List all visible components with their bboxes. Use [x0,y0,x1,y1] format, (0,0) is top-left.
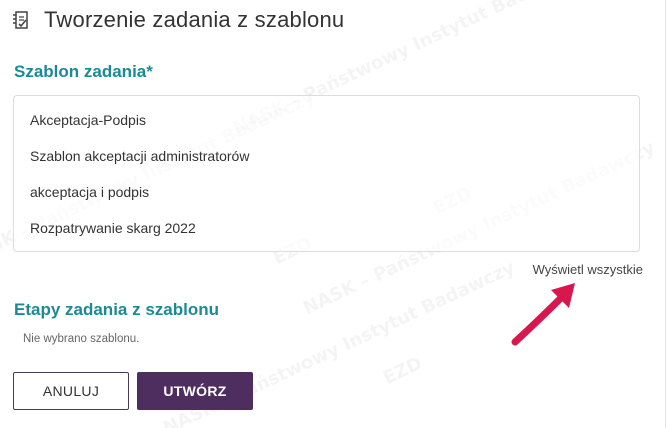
create-task-from-template-dialog: NASK – Państwowy Instytut Badawczy NASK … [0,0,666,428]
dialog-header: Tworzenie zadania z szablonu [10,4,344,36]
template-option[interactable]: akceptacja i podpis [14,174,639,210]
template-option[interactable]: Rozpatrywanie skarg 2022 [14,210,639,246]
cancel-button[interactable]: ANULUJ [13,372,129,410]
show-all-link[interactable]: Wyświetl wszystkie [533,262,643,277]
template-option[interactable]: Akceptacja-Podpis [14,102,639,138]
task-template-icon [10,8,34,32]
no-template-selected-text: Nie wybrano szablonu. [23,333,140,345]
template-option[interactable]: Szablon akceptacji administratorów [14,138,639,174]
create-button[interactable]: UTWÓRZ [137,372,253,410]
dialog-title: Tworzenie zadania z szablonu [44,7,345,32]
template-list: Akceptacja-Podpis Szablon akceptacji adm… [13,95,640,252]
template-section-label: Szablon zadania* [14,62,153,81]
watermark-logo-text: EZD [380,353,425,389]
annotation-arrow-icon [511,283,575,346]
stages-section-label: Etapy zadania z szablonu [14,300,219,319]
